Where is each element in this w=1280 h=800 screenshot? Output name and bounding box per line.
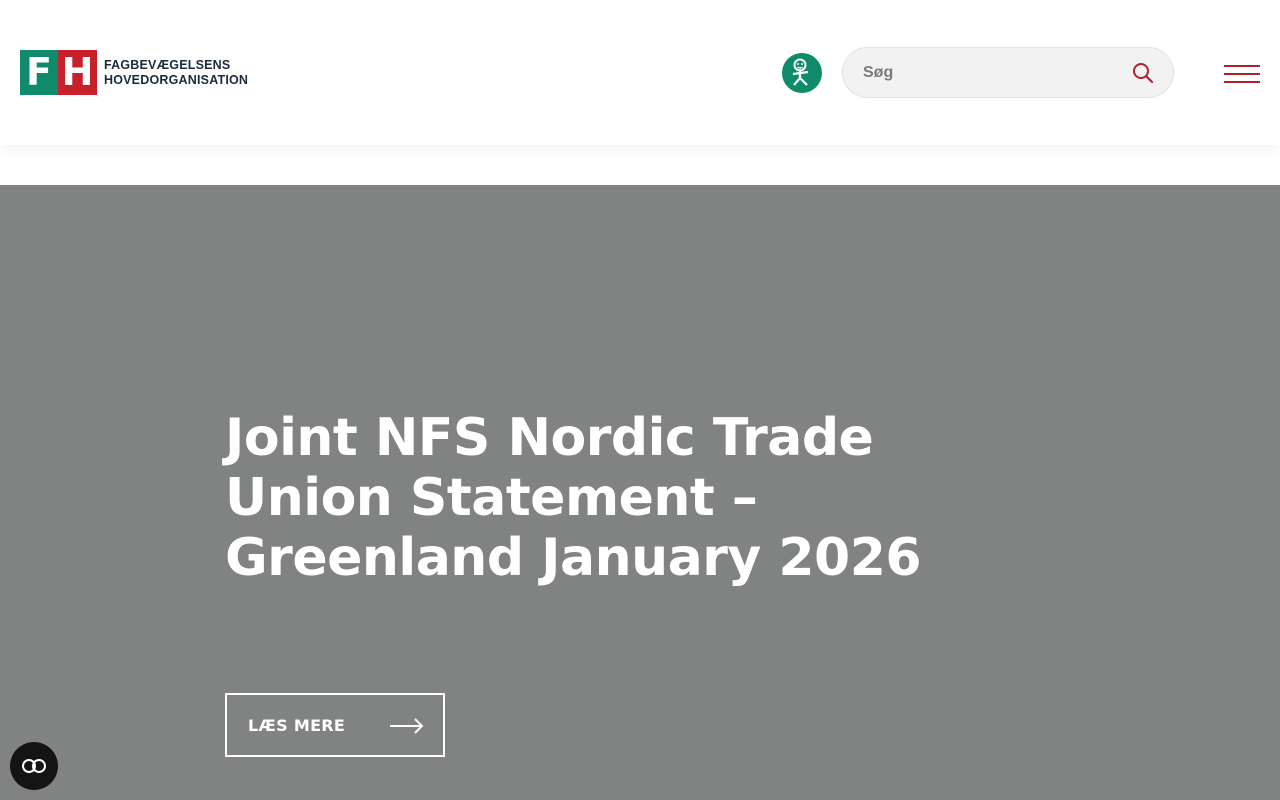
hero-title: Joint NFS Nordic Trade Union Statement –… xyxy=(225,408,922,588)
hero-banner: Joint NFS Nordic Trade Union Statement –… xyxy=(0,185,1280,800)
search-input[interactable] xyxy=(863,60,1123,86)
logo-line-1: FAGBEVÆGELSENS xyxy=(104,57,231,72)
search-bar xyxy=(842,47,1174,98)
read-more-label: LÆS MERE xyxy=(248,715,346,735)
hamburger-menu-button[interactable] xyxy=(1224,64,1260,84)
easy-read-button[interactable] xyxy=(782,53,822,93)
site-header: F H FAGBEVÆGELSENS HOVEDORGANISATION xyxy=(0,0,1280,145)
logo-letter-h: H xyxy=(58,50,97,95)
logo-link[interactable]: F H FAGBEVÆGELSENS HOVEDORGANISATION xyxy=(20,50,248,95)
search-button[interactable] xyxy=(1129,59,1157,87)
easy-read-icon xyxy=(792,58,809,86)
menu-bar xyxy=(1224,81,1260,83)
arrow-right-icon xyxy=(390,718,424,734)
fh-logo-mark: F H xyxy=(20,50,97,95)
logo-wordmark: FAGBEVÆGELSENS HOVEDORGANISATION xyxy=(104,58,248,88)
cookie-consent-button[interactable] xyxy=(10,742,58,790)
search-icon xyxy=(1133,63,1154,84)
menu-bar xyxy=(1224,73,1260,75)
cookie-consent-icon xyxy=(22,759,46,773)
hamburger-menu-icon xyxy=(1224,65,1260,67)
logo-letter-f: F xyxy=(20,50,58,95)
read-more-button[interactable]: LÆS MERE xyxy=(225,693,445,757)
logo-line-2: HOVEDORGANISATION xyxy=(104,72,249,87)
